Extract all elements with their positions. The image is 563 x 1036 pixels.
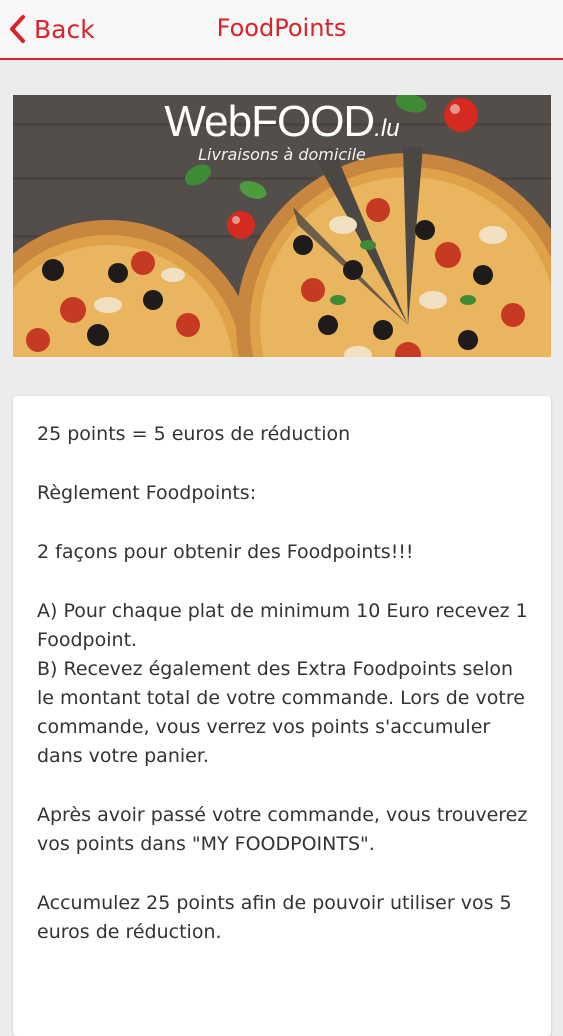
after-order-text: Après avoir passé votre commande, vous t…	[37, 804, 528, 855]
foodpoints-info-card: 25 points = 5 euros de réduction Règleme…	[13, 396, 551, 1036]
rule-a-text: A) Pour chaque plat de minimum 10 Euro r…	[37, 600, 528, 651]
points-value-text: 25 points = 5 euros de réduction	[37, 423, 351, 445]
accumulate-text: Accumulez 25 points afin de pouvoir util…	[37, 892, 512, 943]
ways-heading: 2 façons pour obtenir des Foodpoints!!!	[37, 541, 414, 563]
navigation-bar: Back FoodPoints	[0, 0, 563, 60]
promo-banner: WebFOOD.lu Livraisons à domicile	[13, 95, 551, 357]
rules-heading: Règlement Foodpoints:	[37, 482, 257, 504]
brand-tagline: Livraisons à domicile	[198, 145, 366, 164]
page-title: FoodPoints	[216, 14, 347, 42]
brand-logo: WebFOOD.lu	[164, 97, 400, 146]
rule-b-text: B) Recevez également des Extra Foodpoint…	[37, 658, 525, 767]
